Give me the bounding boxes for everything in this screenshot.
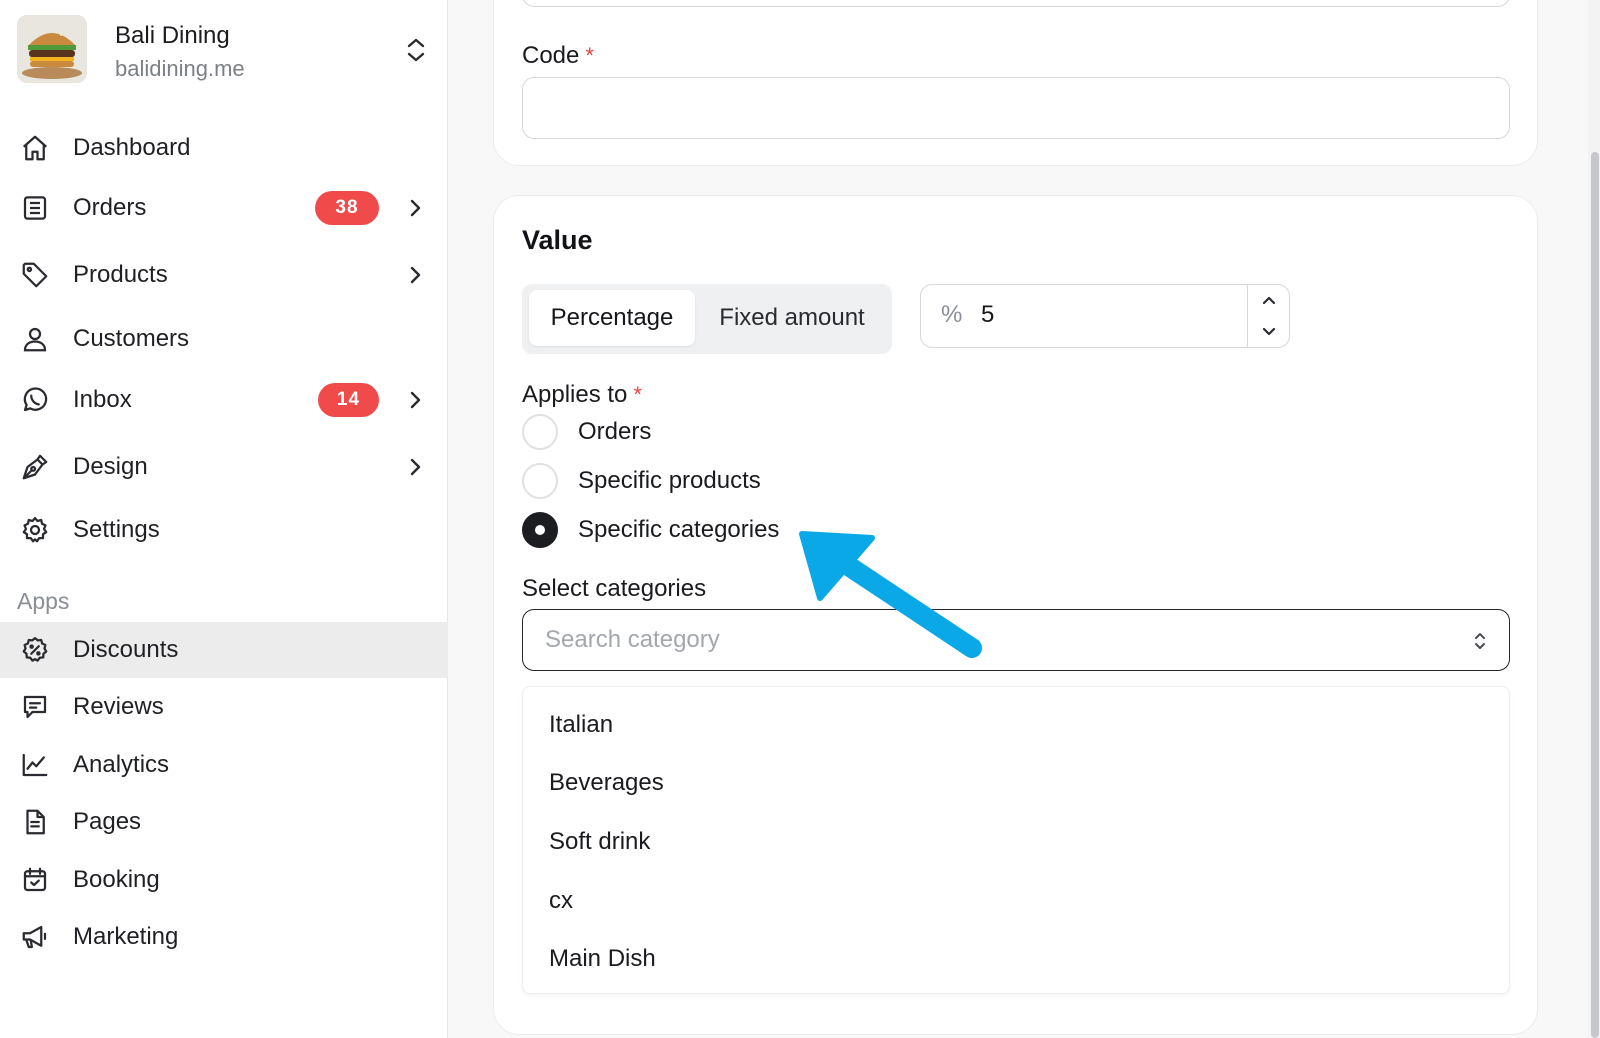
calendar-check-icon	[20, 865, 50, 895]
sidebar-item-label: Pages	[73, 808, 142, 835]
category-search-combobox[interactable]: Search category	[522, 609, 1510, 671]
user-icon	[20, 324, 50, 354]
code-label: Code *	[522, 42, 594, 69]
store-logo	[17, 15, 87, 83]
radio-label: Orders	[578, 418, 652, 445]
value-section-title: Value	[522, 225, 593, 255]
sidebar-item-inbox[interactable]: Inbox 14	[0, 372, 448, 428]
percent-prefix: %	[941, 301, 963, 328]
category-options-list: Italian Beverages Soft drink cx Main Dis…	[522, 686, 1510, 994]
chevron-right-icon	[405, 387, 425, 413]
required-mark: *	[585, 43, 594, 68]
sidebar-item-label: Customers	[73, 325, 190, 352]
fixed-amount-option[interactable]: Fixed amount	[699, 290, 885, 346]
discount-value[interactable]: 5	[981, 301, 994, 329]
chevron-right-icon	[405, 195, 425, 221]
gear-icon	[20, 515, 50, 545]
page-scrollbar-thumb[interactable]	[1591, 152, 1599, 1038]
sidebar-item-customers[interactable]: Customers	[0, 311, 448, 367]
chat-bubble-icon	[20, 692, 50, 722]
line-chart-icon	[20, 750, 50, 780]
chevron-right-icon	[405, 454, 425, 480]
category-option-soft-drink[interactable]: Soft drink	[549, 828, 650, 856]
search-placeholder: Search category	[545, 626, 720, 653]
sidebar-item-label: Reviews	[73, 693, 164, 720]
sidebar-item-reviews[interactable]: Reviews	[0, 679, 448, 735]
sidebar-item-label: Analytics	[73, 751, 170, 778]
percentage-option[interactable]: Percentage	[529, 290, 695, 346]
store-switcher[interactable]: Bali Dining balidining.me	[17, 15, 431, 85]
tag-icon	[20, 260, 50, 290]
chevron-right-icon	[405, 262, 425, 288]
store-domain: balidining.me	[115, 56, 245, 81]
category-option-beverages[interactable]: Beverages	[549, 769, 664, 797]
sidebar-item-label: Design	[73, 453, 148, 480]
sidebar-item-analytics[interactable]: Analytics	[0, 737, 448, 793]
chevron-up-icon[interactable]	[1259, 291, 1279, 311]
pen-tool-icon	[20, 452, 50, 482]
code-input[interactable]	[522, 77, 1510, 139]
sidebar-item-booking[interactable]: Booking	[0, 852, 448, 908]
select-categories-label: Select categories	[522, 575, 707, 602]
radio-label: Specific categories	[578, 516, 780, 543]
sidebar: Bali Dining balidining.me Dashboard Orde…	[0, 0, 448, 1038]
radio-button-checked[interactable]	[522, 512, 558, 548]
sidebar-item-label: Products	[73, 261, 168, 288]
radio-button[interactable]	[522, 463, 558, 499]
document-icon	[20, 807, 50, 837]
sidebar-item-settings[interactable]: Settings	[0, 502, 448, 558]
annotation-arrow	[799, 531, 982, 658]
list-icon	[20, 193, 50, 223]
sidebar-item-orders[interactable]: Orders 38	[0, 180, 448, 236]
megaphone-icon	[20, 922, 50, 952]
required-mark: *	[633, 382, 642, 407]
sidebar-item-label: Discounts	[73, 636, 179, 663]
chevron-up-down-icon	[1471, 628, 1489, 654]
sidebar-item-label: Orders	[73, 194, 147, 221]
stepper-controls	[1247, 285, 1289, 347]
discount-value-stepper[interactable]: % 5	[920, 284, 1290, 348]
chevron-up-down-icon[interactable]	[403, 35, 429, 65]
sidebar-item-design[interactable]: Design	[0, 439, 448, 495]
sidebar-item-discounts[interactable]: Discounts	[0, 622, 448, 678]
previous-field-input[interactable]	[522, 0, 1510, 7]
applies-to-label: Applies to *	[522, 381, 642, 408]
sidebar-item-label: Settings	[73, 516, 160, 543]
sidebar-item-marketing[interactable]: Marketing	[0, 909, 448, 965]
chevron-down-icon[interactable]	[1259, 321, 1279, 341]
sidebar-item-pages[interactable]: Pages	[0, 794, 448, 850]
store-name: Bali Dining	[115, 22, 230, 49]
sidebar-item-products[interactable]: Products	[0, 247, 448, 303]
category-option-cx[interactable]: cx	[549, 887, 573, 915]
inbox-count-badge: 14	[318, 383, 379, 417]
category-option-italian[interactable]: Italian	[549, 711, 613, 739]
radio-label: Specific products	[578, 467, 761, 494]
sidebar-item-dashboard[interactable]: Dashboard	[0, 120, 448, 176]
sidebar-item-label: Marketing	[73, 923, 179, 950]
home-icon	[20, 133, 50, 163]
sidebar-item-label: Booking	[73, 866, 160, 893]
apps-section-label: Apps	[17, 588, 70, 614]
discount-badge-icon	[20, 635, 50, 665]
discount-type-toggle: Percentage Fixed amount	[522, 284, 892, 354]
whatsapp-icon	[20, 385, 50, 415]
orders-count-badge: 38	[315, 191, 379, 225]
sidebar-item-label: Dashboard	[73, 134, 191, 161]
sidebar-item-label: Inbox	[73, 386, 132, 413]
radio-button[interactable]	[522, 414, 558, 450]
category-option-main-dish[interactable]: Main Dish	[549, 945, 656, 973]
